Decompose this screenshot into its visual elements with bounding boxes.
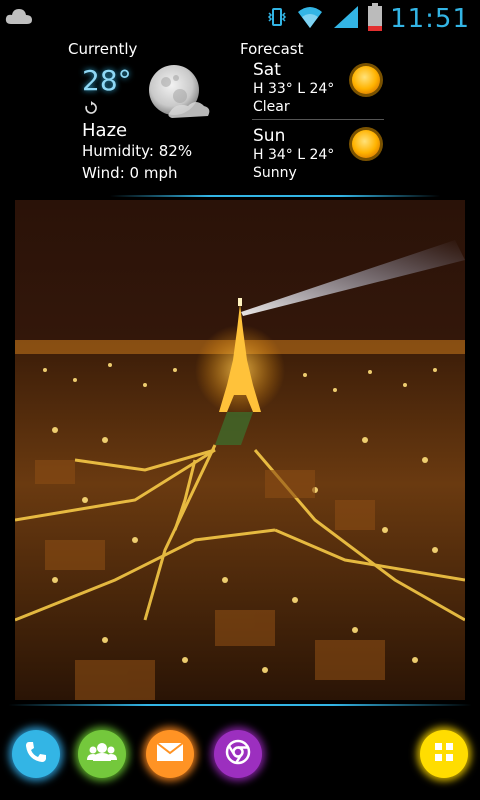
envelope-icon [156, 741, 184, 767]
people-button[interactable] [78, 730, 126, 778]
forecast-description: Sunny [253, 165, 297, 181]
email-button[interactable] [146, 730, 194, 778]
paris-night-photo[interactable] [15, 200, 465, 700]
chrome-button[interactable] [214, 730, 262, 778]
weather-widget[interactable]: Currently Forecast 28° Haze Humidity: 82… [0, 38, 480, 198]
sun-icon [348, 62, 384, 102]
widget-divider [110, 195, 440, 197]
status-time: 11:51 [390, 4, 470, 34]
sun-icon [348, 126, 384, 166]
app-grid-icon [433, 741, 455, 767]
signal-icon [332, 4, 360, 34]
battery-icon [368, 3, 383, 35]
forecast-label: Forecast [240, 40, 304, 58]
weather-cloud-icon [4, 6, 34, 32]
chrome-icon [225, 739, 251, 769]
wifi-icon [296, 4, 324, 34]
photo-divider [8, 704, 472, 706]
moon-icon [146, 62, 212, 128]
app-drawer-button[interactable] [420, 730, 468, 778]
refresh-icon[interactable] [84, 100, 98, 119]
status-bar: 11:51 [0, 0, 480, 38]
people-icon [87, 739, 117, 769]
vibrate-icon [266, 6, 288, 32]
wind-text: Wind: 0 mph [82, 164, 178, 182]
humidity-text: Humidity: 82% [82, 142, 193, 160]
current-temperature: 28° [82, 64, 132, 97]
phone-button[interactable] [12, 730, 60, 778]
phone-icon [23, 739, 49, 769]
forecast-divider [252, 119, 384, 120]
currently-label: Currently [68, 40, 138, 58]
current-condition: Haze [82, 120, 128, 141]
